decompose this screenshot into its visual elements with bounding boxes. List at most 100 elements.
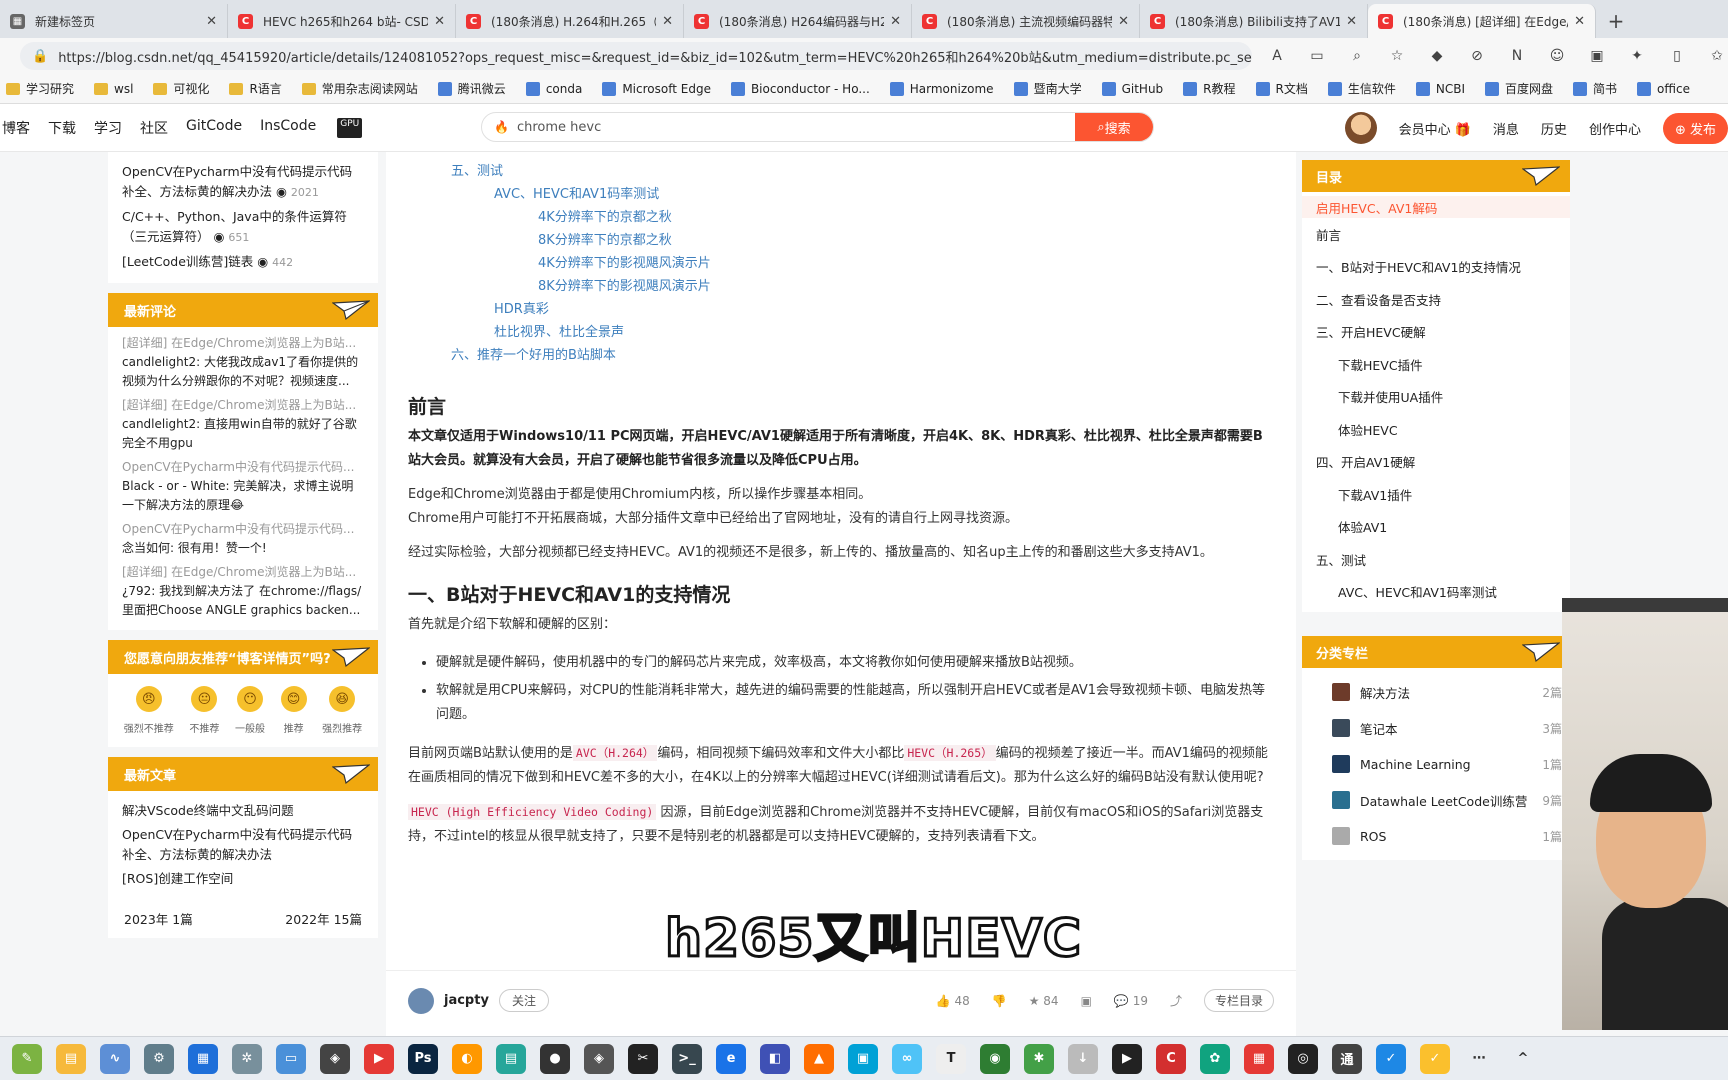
edge-icon[interactable]: e xyxy=(716,1043,746,1074)
comment-item[interactable]: OpenCV在Pycharm中没有代码提示代码... Black - or - W… xyxy=(122,457,364,515)
settings-icon[interactable]: ⚙ xyxy=(144,1043,174,1074)
chevron-up-icon[interactable]: ^ xyxy=(1508,1044,1538,1074)
vlc-icon[interactable]: ▲ xyxy=(804,1043,834,1074)
bookmark-item[interactable]: GitHub xyxy=(1101,81,1163,96)
bookmark-item[interactable]: 简书 xyxy=(1573,80,1617,97)
unity-icon[interactable]: ◈ xyxy=(320,1043,350,1074)
app-icon[interactable]: ✎ xyxy=(12,1043,42,1074)
toc-item[interactable]: 一、B站对于HEVC和AV1的支持情况 xyxy=(1302,251,1570,284)
gear-app-icon[interactable]: ✲ xyxy=(232,1043,262,1074)
rating-option[interactable]: 😆 强烈推荐 xyxy=(322,686,362,735)
toc-link[interactable]: 8K分辨率下的影视飓风演示片 xyxy=(451,275,1296,298)
favorite-star-icon[interactable]: ☆ xyxy=(1386,45,1408,67)
nav-item[interactable]: InsCode xyxy=(260,118,316,138)
category-item[interactable]: 解决方法 2篇 xyxy=(1302,674,1570,710)
nav-item[interactable]: 社区 xyxy=(140,118,168,138)
follow-button[interactable]: 关注 xyxy=(498,989,549,1012)
close-icon[interactable]: ✕ xyxy=(662,14,673,29)
app-icon[interactable]: ▦ xyxy=(1244,1043,1274,1074)
store-icon[interactable]: ▦ xyxy=(188,1043,218,1074)
zoom-icon[interactable]: ⌕ xyxy=(1346,45,1368,67)
close-icon[interactable]: ✕ xyxy=(1118,14,1129,29)
extension-icon[interactable]: ▣ xyxy=(1586,45,1608,67)
capcut-icon[interactable]: ✂ xyxy=(628,1043,658,1074)
archive-2023[interactable]: 2023年 1篇 xyxy=(124,909,193,928)
block-icon[interactable]: ⊘ xyxy=(1466,45,1488,67)
new-tab-button[interactable]: + xyxy=(1596,4,1636,38)
category-item[interactable]: ROS 1篇 xyxy=(1302,818,1570,854)
bookmark-item[interactable]: NCBI xyxy=(1415,81,1465,96)
bookmark-item[interactable]: Harmonizome xyxy=(889,81,994,96)
rating-option[interactable]: 😊 推荐 xyxy=(280,686,307,735)
toc-item[interactable]: 五、测试 xyxy=(1302,543,1570,576)
toc-item[interactable]: 三、开启HEVC硬解 xyxy=(1302,316,1570,349)
author-name[interactable]: jacpty xyxy=(444,993,489,1008)
toc-item[interactable]: 体验AV1 xyxy=(1302,511,1570,544)
app-icon[interactable]: ✱ xyxy=(1024,1043,1054,1074)
bookmark-item[interactable]: 百度网盘 xyxy=(1485,80,1553,97)
url-field[interactable]: 🔒 https://blog.csdn.net/qq_45415920/arti… xyxy=(20,42,1252,70)
toc-item[interactable]: 四、开启AV1硬解 xyxy=(1302,446,1570,479)
bookmark-item[interactable]: wsl xyxy=(94,82,133,96)
nav-item[interactable]: GitCode xyxy=(186,118,242,138)
publish-button[interactable]: ⊕ 发布 xyxy=(1662,112,1728,144)
media-app-icon[interactable]: ◐ xyxy=(452,1043,482,1074)
browser-tab[interactable]: C (180条消息) Bilibili支持了AV1编 ✕ xyxy=(1140,4,1368,38)
unity-icon[interactable]: ◈ xyxy=(584,1043,614,1074)
bookmark-item[interactable]: conda xyxy=(525,81,582,96)
category-item[interactable]: 笔记本 3篇 xyxy=(1302,710,1570,746)
rating-option[interactable]: 😠 强烈不推荐 xyxy=(124,686,174,735)
toc-link[interactable]: 杜比视界、杜比全景声 xyxy=(451,321,1296,344)
bookmark-item[interactable]: 学习研究 xyxy=(6,80,74,97)
read-aloud-icon[interactable]: A xyxy=(1266,45,1288,67)
browser-tab[interactable]: C HEVC h265和h264 b站- CSDN ✕ xyxy=(228,4,456,38)
bookmark-item[interactable]: R语言 xyxy=(229,80,282,97)
nav-item[interactable]: 学习 xyxy=(94,118,122,138)
youtube-icon[interactable]: ▶ xyxy=(364,1043,394,1074)
like-button[interactable]: 👍 48 xyxy=(936,994,970,1008)
share-icon[interactable]: ⤴ xyxy=(1170,992,1182,1009)
toc-item[interactable]: 下载AV1插件 xyxy=(1302,478,1570,511)
bilibili-icon[interactable]: ▣ xyxy=(848,1043,878,1074)
category-item[interactable]: Machine Learning 1篇 xyxy=(1302,746,1570,782)
chart-app-icon[interactable]: ∿ xyxy=(100,1043,130,1074)
toc-link[interactable]: 8K分辨率下的京都之秋 xyxy=(451,229,1296,252)
app-icon[interactable]: ↓ xyxy=(1068,1043,1098,1074)
rating-option[interactable]: 😐 不推荐 xyxy=(189,686,219,735)
toc-link[interactable]: 4K分辨率下的影视飓风演示片 xyxy=(451,252,1296,275)
split-screen-icon[interactable]: ▭ xyxy=(1306,45,1328,67)
header-nav-item[interactable]: 消息 xyxy=(1493,119,1519,138)
rating-option[interactable]: 😶 一般般 xyxy=(235,686,265,735)
latest-article-link[interactable]: OpenCV在Pycharm中没有代码提示代码补全、方法标黄的解决办法 xyxy=(122,825,364,865)
author-avatar[interactable] xyxy=(408,987,434,1014)
column-toc-button[interactable]: 专栏目录 xyxy=(1203,989,1274,1012)
profile-icon[interactable]: ☺ xyxy=(1546,45,1568,67)
close-icon[interactable]: ✕ xyxy=(434,14,445,29)
close-icon[interactable]: ✕ xyxy=(890,14,901,29)
reward-icon[interactable]: ▣ xyxy=(1081,994,1092,1008)
toc-link[interactable]: AVC、HEVC和AV1码率测试 xyxy=(451,183,1296,206)
favorites-icon[interactable]: ✩ xyxy=(1706,45,1728,67)
header-nav-item[interactable]: 创作中心 xyxy=(1589,119,1641,138)
app-icon[interactable]: ✓ xyxy=(1420,1043,1450,1074)
tool-app-icon[interactable]: ▤ xyxy=(496,1043,526,1074)
typora-icon[interactable]: T xyxy=(936,1043,966,1074)
photoshop-icon[interactable]: Ps xyxy=(408,1043,438,1074)
toc-item[interactable]: 下载并使用UA插件 xyxy=(1302,381,1570,414)
latest-article-link[interactable]: [ROS]创建工作空间 xyxy=(122,869,364,889)
bookmark-item[interactable]: 暨南大学 xyxy=(1013,80,1082,97)
bookmark-item[interactable]: 生信软件 xyxy=(1327,80,1396,97)
latest-article-link[interactable]: 解决VScode终端中文乱码问题 xyxy=(122,801,364,821)
toc-item[interactable]: 体验HEVC xyxy=(1302,413,1570,446)
comment-item[interactable]: [超详细] 在Edge/Chrome浏览器上为B站... candlelight2… xyxy=(122,333,364,391)
bookmark-item[interactable]: R教程 xyxy=(1183,80,1236,97)
split-view-icon[interactable]: ▯ xyxy=(1666,45,1688,67)
category-item[interactable]: Datawhale LeetCode训练营 9篇 xyxy=(1302,782,1570,818)
more-icon[interactable]: ⋯ xyxy=(1464,1044,1494,1074)
comment-button[interactable]: 💬 19 xyxy=(1114,994,1148,1008)
header-nav-item[interactable]: 历史 xyxy=(1541,119,1567,138)
archive-2022[interactable]: 2022年 15篇 xyxy=(285,909,362,928)
bookmark-item[interactable]: office xyxy=(1637,81,1690,96)
bookmark-item[interactable]: Microsoft Edge xyxy=(602,81,711,96)
toc-link[interactable]: 六、推荐一个好用的B站脚本 xyxy=(451,344,1296,367)
